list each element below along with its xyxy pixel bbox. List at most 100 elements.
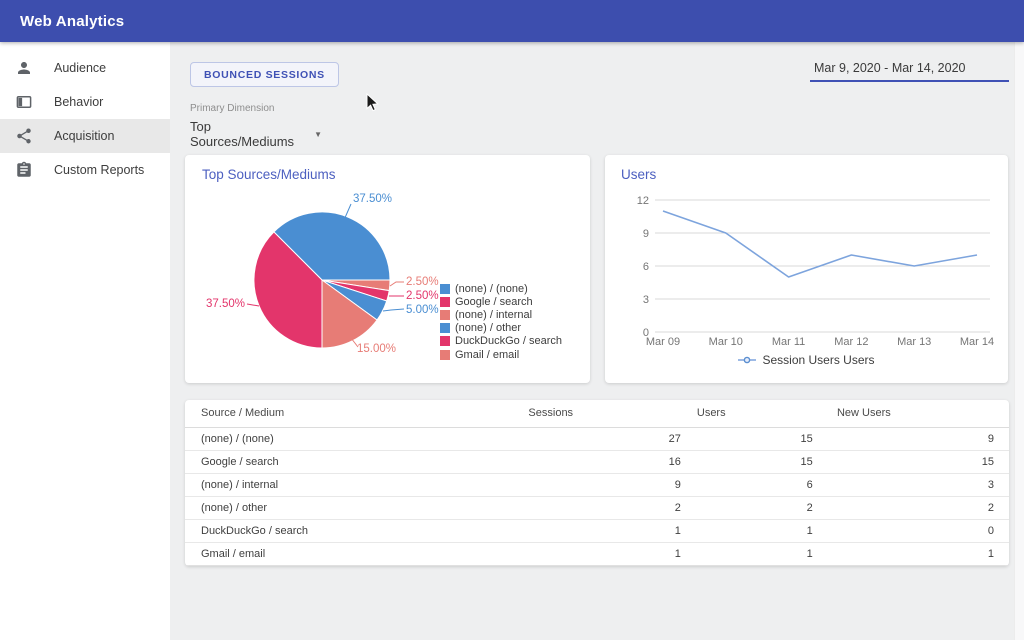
sidebar-item-behavior[interactable]: Behavior xyxy=(0,85,170,119)
legend-label: (none) / (none) xyxy=(455,282,528,295)
dimension-select[interactable]: Top Sources/Mediums ▼ xyxy=(190,119,324,157)
pie-percent-label: 37.50% xyxy=(206,298,245,310)
x-axis-tick-label: Mar 09 xyxy=(646,336,680,348)
legend-label: Gmail / email xyxy=(455,348,520,361)
pie-legend-item: Google / search xyxy=(440,295,562,308)
source-medium-cell: Gmail / email xyxy=(185,542,515,566)
value-cell: 27 xyxy=(514,427,696,451)
x-axis-tick-label: Mar 11 xyxy=(772,336,805,348)
users-chart-legend: Session Users Users xyxy=(605,353,1008,367)
table-row: DuckDuckGo / search 1 1 0 xyxy=(185,519,1009,543)
users-card-title: Users xyxy=(621,167,657,182)
value-cell: 1 xyxy=(514,542,696,566)
sidebar-item-label: Acquisition xyxy=(54,129,115,143)
column-header-source-medium: Source / Medium xyxy=(185,400,515,428)
table-row: Google / search 16 15 15 xyxy=(185,450,1009,474)
legend-label: (none) / other xyxy=(455,322,522,335)
legend-swatch xyxy=(440,349,450,360)
sidebar-item-acquisition[interactable]: Acquisition xyxy=(0,119,170,153)
y-axis-tick-label: 3 xyxy=(643,294,649,306)
column-header-users: Users xyxy=(695,400,828,428)
sidebar-item-audience[interactable]: Audience xyxy=(0,51,170,85)
dimension-select-value: Top Sources/Mediums xyxy=(190,119,295,149)
value-cell: 2 xyxy=(514,496,696,520)
legend-swatch xyxy=(440,323,450,334)
value-cell: 3 xyxy=(827,473,1009,497)
users-line-chart: 036912Mar 09 Mar 10 Mar 11 Mar 12 Mar 13 Mar … xyxy=(637,195,994,348)
value-cell: 1 xyxy=(514,519,696,543)
value-cell: 2 xyxy=(695,496,828,520)
table-header-row: Source / Medium Sessions Users New Users xyxy=(185,400,1009,428)
value-cell: 15 xyxy=(695,450,828,474)
legend-label: Google / search xyxy=(455,295,533,308)
value-cell: 1 xyxy=(695,542,828,566)
pie-percent-label: 2.50% xyxy=(406,276,439,288)
legend-swatch xyxy=(440,309,450,320)
pie-legend-item: (none) / other xyxy=(440,322,562,335)
users-series-line xyxy=(662,210,978,278)
value-cell: 9 xyxy=(514,473,696,497)
date-range-field[interactable]: Mar 9, 2020 - Mar 14, 2020 xyxy=(810,56,1009,82)
x-axis-tick-label: Mar 10 xyxy=(709,336,743,348)
source-medium-cell: DuckDuckGo / search xyxy=(185,519,515,543)
x-axis-tick-label: Mar 14 xyxy=(960,336,994,348)
share-icon xyxy=(15,127,33,145)
table-row: Gmail / email 1 1 1 xyxy=(185,542,1009,566)
column-header-new-users: New Users xyxy=(827,400,1009,428)
value-cell: 9 xyxy=(827,427,1009,451)
value-cell: 1 xyxy=(695,519,828,543)
person-icon xyxy=(15,59,33,77)
sidebar-item-label: Audience xyxy=(54,61,107,75)
legend-swatch xyxy=(440,336,450,347)
main-content: BOUNCED SESSIONS Mar 9, 2020 - Mar 14, 2… xyxy=(170,42,1014,640)
users-chart-card: Users 0 3 6 9 12 Mar 09 Mar 10 Mar 11 Mar 12 Mar … xyxy=(605,155,1008,383)
window-icon xyxy=(15,93,33,111)
pie-card-title: Top Sources/Mediums xyxy=(202,167,336,182)
clipboard-icon xyxy=(15,161,33,179)
table-row: (none) / other 2 2 2 xyxy=(185,496,1009,520)
source-medium-cell: Google / search xyxy=(185,450,515,474)
y-axis-tick-label: 12 xyxy=(637,195,649,207)
value-cell: 2 xyxy=(827,496,1009,520)
sidebar: Audience Behavior Acquisition Custom Report… xyxy=(0,42,170,640)
pie-label-leader-line xyxy=(389,281,404,287)
x-axis-tick-label: Mar 12 xyxy=(834,336,868,348)
bounced-sessions-button[interactable]: BOUNCED SESSIONS xyxy=(190,62,339,87)
legend-swatch xyxy=(440,296,450,307)
scrollbar-track[interactable] xyxy=(1014,42,1024,640)
pie-percent-label: 2.50% xyxy=(406,290,439,302)
table-row: (none) / (none) 27 15 9 xyxy=(185,427,1009,451)
legend-swatch xyxy=(440,283,450,294)
app-title: Web Analytics xyxy=(20,12,125,30)
pie-legend: (none) / (none) Google / search (none) / i… xyxy=(440,282,562,361)
table-row: (none) / internal 9 6 3 xyxy=(185,473,1009,497)
primary-dimension-label: Primary Dimension xyxy=(190,103,275,114)
legend-label: DuckDuckGo / search xyxy=(455,335,562,348)
pie-legend-item: DuckDuckGo / search xyxy=(440,335,562,348)
pie-legend-item: (none) / internal xyxy=(440,308,562,321)
value-cell: 15 xyxy=(827,450,1009,474)
column-header-sessions: Sessions xyxy=(514,400,696,428)
legend-label: (none) / internal xyxy=(455,308,533,321)
pie-chart-card: Top Sources/Mediums 37.50% 2.50% 2.50% 5.00… xyxy=(185,155,590,383)
x-axis-tick-label: Mar 13 xyxy=(897,336,931,348)
sources-table-card: Source / Medium Sessions Users New Users (n… xyxy=(185,400,1009,566)
value-cell: 1 xyxy=(827,542,1009,566)
value-cell: 6 xyxy=(695,473,828,497)
source-medium-cell: (none) / internal xyxy=(185,473,515,497)
source-medium-cell: (none) / other xyxy=(185,496,515,520)
sidebar-item-custom-reports[interactable]: Custom Reports xyxy=(0,153,170,187)
y-axis-tick-label: 9 xyxy=(643,228,649,240)
pie-legend-item: (none) / (none) xyxy=(440,282,562,295)
users-chart-legend-label: Session Users Users xyxy=(762,353,875,367)
chevron-down-icon: ▼ xyxy=(314,129,322,139)
y-axis-tick-label: 6 xyxy=(643,261,649,273)
line-series-marker-icon xyxy=(738,356,757,364)
value-cell: 0 xyxy=(827,519,1009,543)
pie-label-leader-line xyxy=(246,303,260,307)
pie-legend-item: Gmail / email xyxy=(440,348,562,361)
sources-table: Source / Medium Sessions Users New Users (n… xyxy=(185,400,1009,566)
value-cell: 16 xyxy=(514,450,696,474)
pie-percent-label: 15.00% xyxy=(357,343,396,355)
pie-label-leader-line xyxy=(382,308,405,312)
